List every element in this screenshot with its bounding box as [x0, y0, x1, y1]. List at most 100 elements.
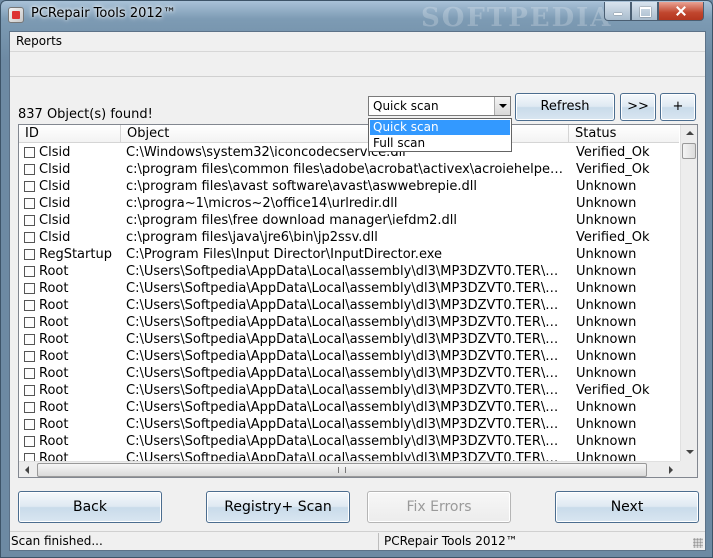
row-id: Clsid — [39, 145, 71, 160]
row-object: C:\Users\Softpedia\AppData\Local\assembl… — [126, 366, 564, 381]
row-status: Unknown — [576, 247, 637, 262]
results-list[interactable]: ID Object Status Clsid C:\Windows\system3… — [18, 124, 698, 478]
row-status: Verified_Ok — [576, 162, 650, 177]
row-checkbox[interactable] — [24, 419, 35, 430]
app-icon[interactable] — [8, 7, 24, 23]
row-id: Root — [39, 434, 69, 449]
row-checkbox[interactable] — [24, 266, 35, 277]
row-checkbox[interactable] — [24, 385, 35, 396]
row-checkbox[interactable] — [24, 402, 35, 413]
table-row[interactable]: Root C:\Users\Softpedia\AppData\Local\ass… — [19, 263, 679, 280]
row-status: Unknown — [576, 298, 637, 313]
back-button[interactable]: Back — [18, 491, 162, 523]
table-row[interactable]: Clsid c:\progra~1\micros~2\office14\urlre… — [19, 195, 679, 212]
table-row[interactable]: Clsid c:\program files\free download mana… — [19, 212, 679, 229]
table-row[interactable]: Root C:\Users\Softpedia\AppData\Local\ass… — [19, 314, 679, 331]
more-button[interactable]: >> — [620, 93, 656, 121]
row-object: c:\progra~1\micros~2\office14\urlredir.d… — [126, 196, 398, 211]
status-message: Scan finished... — [10, 533, 379, 550]
scan-type-dropdown: Quick scan Full scan — [368, 118, 512, 152]
title-bar[interactable]: PCRepair Tools 2012™ SOFTPEDIA — [1, 1, 712, 33]
row-object: C:\Users\Softpedia\AppData\Local\assembl… — [126, 264, 564, 279]
scroll-up-icon[interactable] — [681, 125, 697, 142]
option-full-scan[interactable]: Full scan — [370, 136, 510, 151]
table-row[interactable]: Root C:\Users\Softpedia\AppData\Local\ass… — [19, 297, 679, 314]
client-area: Reports 837 Object(s) found! Quick scan … — [9, 31, 706, 551]
option-quick-scan[interactable]: Quick scan — [370, 120, 510, 135]
scroll-thumb[interactable] — [682, 143, 696, 159]
row-checkbox[interactable] — [24, 249, 35, 260]
scroll-left-icon[interactable] — [19, 462, 36, 477]
row-checkbox[interactable] — [24, 232, 35, 243]
table-row[interactable]: Clsid c:\program files\java\jre6\bin\jp2s… — [19, 229, 679, 246]
vertical-scrollbar[interactable] — [680, 125, 697, 461]
row-checkbox[interactable] — [24, 300, 35, 311]
close-icon[interactable] — [658, 2, 704, 21]
fix-errors-button[interactable]: Fix Errors — [367, 491, 511, 523]
table-row[interactable]: Root C:\Users\Softpedia\AppData\Local\ass… — [19, 365, 679, 382]
row-status: Verified_Ok — [576, 230, 650, 245]
row-status: Unknown — [576, 434, 637, 449]
row-id: Root — [39, 400, 69, 415]
row-checkbox[interactable] — [24, 283, 35, 294]
row-id: Root — [39, 315, 69, 330]
next-button[interactable]: Next — [555, 491, 699, 523]
row-checkbox[interactable] — [24, 436, 35, 447]
app-window: PCRepair Tools 2012™ SOFTPEDIA Reports 8… — [0, 0, 713, 558]
row-checkbox[interactable] — [24, 147, 35, 158]
table-row[interactable]: Root C:\Users\Softpedia\AppData\Local\ass… — [19, 433, 679, 450]
table-row[interactable]: Root C:\Users\Softpedia\AppData\Local\ass… — [19, 348, 679, 365]
table-row[interactable]: Clsid C:\Windows\system32\iconcodecservic… — [19, 144, 679, 161]
scroll-down-icon[interactable] — [681, 444, 697, 461]
row-object: C:\Users\Softpedia\AppData\Local\assembl… — [126, 400, 564, 415]
menu-reports[interactable]: Reports — [16, 34, 62, 48]
scan-type-select[interactable]: Quick scan — [368, 96, 511, 116]
table-row[interactable]: Root C:\Users\Softpedia\AppData\Local\ass… — [19, 280, 679, 297]
row-checkbox[interactable] — [24, 215, 35, 226]
row-status: Unknown — [576, 179, 637, 194]
row-object: C:\Users\Softpedia\AppData\Local\assembl… — [126, 281, 564, 296]
row-checkbox[interactable] — [24, 181, 35, 192]
row-checkbox[interactable] — [24, 368, 35, 379]
row-id: Clsid — [39, 196, 71, 211]
row-status: Unknown — [576, 281, 637, 296]
row-id: Clsid — [39, 179, 71, 194]
table-row[interactable]: Root C:\Users\Softpedia\AppData\Local\ass… — [19, 382, 679, 399]
chevron-down-icon[interactable] — [494, 97, 510, 115]
column-header-id[interactable]: ID — [19, 125, 121, 143]
row-id: Clsid — [39, 162, 71, 177]
row-object: C:\Program Files\Input Director\InputDir… — [126, 247, 443, 262]
horizontal-scrollbar[interactable] — [19, 461, 680, 477]
list-rows: Clsid C:\Windows\system32\iconcodecservic… — [19, 144, 679, 467]
add-button[interactable]: + — [660, 93, 696, 121]
row-status: Unknown — [576, 366, 637, 381]
table-row[interactable]: Root C:\Users\Softpedia\AppData\Local\ass… — [19, 399, 679, 416]
row-id: Root — [39, 366, 69, 381]
resize-grip-icon[interactable] — [693, 538, 703, 548]
row-id: Clsid — [39, 213, 71, 228]
row-checkbox[interactable] — [24, 164, 35, 175]
table-row[interactable]: Clsid c:\program files\common files\adobe… — [19, 161, 679, 178]
row-object: c:\program files\java\jre6\bin\jp2ssv.dl… — [126, 230, 378, 245]
row-checkbox[interactable] — [24, 198, 35, 209]
refresh-button[interactable]: Refresh — [515, 93, 615, 121]
row-checkbox[interactable] — [24, 317, 35, 328]
registry-scan-button[interactable]: Registry+ Scan — [206, 491, 350, 523]
row-status: Unknown — [576, 315, 637, 330]
row-checkbox[interactable] — [24, 351, 35, 362]
scroll-right-icon[interactable] — [663, 462, 680, 477]
table-row[interactable]: Root C:\Users\Softpedia\AppData\Local\ass… — [19, 416, 679, 433]
row-object: C:\Users\Softpedia\AppData\Local\assembl… — [126, 434, 564, 449]
row-checkbox[interactable] — [24, 334, 35, 345]
watermark: SOFTPEDIA — [421, 3, 613, 33]
table-row[interactable]: Root C:\Users\Softpedia\AppData\Local\ass… — [19, 331, 679, 348]
column-header-status[interactable]: Status — [569, 125, 679, 143]
horizontal-scroll-thumb[interactable] — [37, 463, 647, 477]
table-row[interactable]: Clsid c:\program files\avast software\ava… — [19, 178, 679, 195]
table-row[interactable]: RegStartup C:\Program Files\Input Directo… — [19, 246, 679, 263]
maximize-icon[interactable] — [631, 2, 658, 21]
row-object: C:\Users\Softpedia\AppData\Local\assembl… — [126, 383, 564, 398]
minimize-icon[interactable] — [604, 2, 631, 21]
object-count: 837 Object(s) found! — [18, 107, 153, 122]
status-bar: Scan finished... PCRepair Tools 2012™ — [10, 531, 705, 550]
